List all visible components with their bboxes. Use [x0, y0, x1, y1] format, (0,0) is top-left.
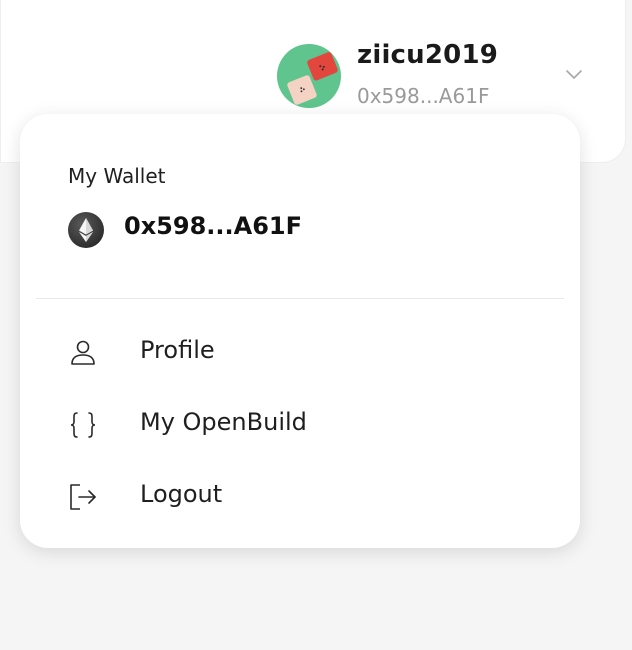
- menu-item-profile[interactable]: Profile: [68, 330, 548, 374]
- wallet-section-title: My Wallet: [68, 164, 166, 188]
- divider: [36, 298, 564, 299]
- avatar-icon[interactable]: [277, 44, 341, 108]
- account-dropdown-menu: My Wallet 0x598...A61F Profile My OpenBu…: [20, 114, 580, 548]
- user-icon: [68, 338, 98, 368]
- ethereum-icon: [68, 212, 104, 248]
- menu-item-label: Logout: [140, 480, 223, 508]
- username: ziicu2019: [357, 40, 499, 70]
- header-wallet-address: 0x598...A61F: [357, 84, 490, 108]
- menu-item-my-openbuild[interactable]: My OpenBuild: [68, 402, 548, 446]
- menu-item-label: Profile: [140, 336, 215, 364]
- menu-item-logout[interactable]: Logout: [68, 474, 548, 518]
- menu-item-label: My OpenBuild: [140, 408, 307, 436]
- chevron-down-icon[interactable]: [563, 66, 585, 84]
- braces-icon: [68, 410, 98, 440]
- wallet-address[interactable]: 0x598...A61F: [124, 212, 302, 240]
- logout-icon: [68, 482, 98, 512]
